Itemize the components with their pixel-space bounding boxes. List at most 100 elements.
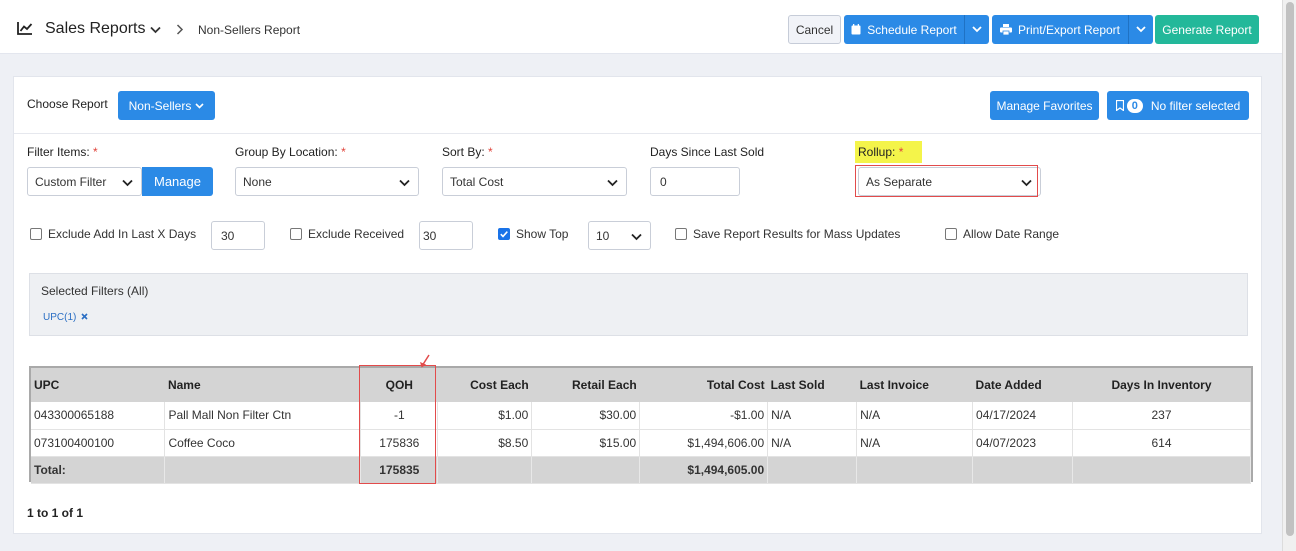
required-mark: * (93, 145, 98, 159)
checkmark-icon (500, 231, 508, 238)
cell-cost-each: $1.00 (437, 402, 533, 430)
total-cost: $1,494,605.00 (639, 456, 769, 484)
col-name[interactable]: Name (165, 368, 361, 402)
scrollbar-thumb[interactable] (1286, 2, 1294, 536)
rollup-annotation-box (855, 165, 1038, 197)
cell-date-added: 04/17/2024 (972, 402, 1073, 430)
required-mark: * (898, 145, 904, 159)
exclude-add-label: Exclude Add In Last X Days (48, 227, 197, 241)
chevron-right-icon (176, 24, 184, 35)
selected-filters-title: Selected Filters (All) (41, 284, 149, 298)
exclude-add-input[interactable]: 30 (211, 221, 265, 250)
cancel-button[interactable]: Cancel (788, 15, 841, 44)
exclude-received-checkbox[interactable] (290, 228, 302, 240)
group-by-text: Group By Location: (235, 145, 338, 159)
save-results-label: Save Report Results for Mass Updates (693, 227, 901, 241)
col-total-cost[interactable]: Total Cost (640, 368, 768, 402)
filter-chip[interactable]: UPC(1) (43, 312, 88, 323)
table-row[interactable]: 073100400100 Coffee Coco 175836 $8.50 $1… (31, 429, 1252, 457)
bookmark-icon (1115, 100, 1124, 111)
pagination-info: 1 to 1 of 1 (27, 506, 84, 520)
section-divider (14, 133, 1261, 134)
calendar-icon (851, 24, 861, 35)
schedule-report-button[interactable]: Schedule Report (844, 15, 964, 44)
group-by-value: None (243, 174, 272, 189)
days-since-input[interactable]: 0 (650, 167, 740, 196)
cell-last-sold: N/A (767, 429, 858, 457)
schedule-dropdown-toggle[interactable] (964, 15, 989, 44)
exclude-received-label: Exclude Received (308, 227, 405, 241)
chevron-down-icon (195, 102, 204, 109)
col-cost-each[interactable]: Cost Each (438, 368, 532, 402)
cell-date-added: 04/07/2023 (972, 429, 1073, 457)
allow-date-label: Allow Date Range (963, 227, 1060, 241)
print-export-label: Print/Export Report (1017, 22, 1121, 37)
chevron-down-icon[interactable] (150, 26, 161, 34)
filter-items-select[interactable]: Custom Filter (27, 167, 142, 196)
schedule-report-label: Schedule Report (867, 22, 957, 37)
save-results-checkbox[interactable] (675, 228, 687, 240)
show-top-checkbox[interactable] (498, 228, 510, 240)
report-select-button[interactable]: Non-Sellers (118, 91, 215, 120)
exclude-add-checkbox[interactable] (30, 228, 42, 240)
cell-name: Pall Mall Non Filter Ctn (164, 402, 362, 430)
cell-cost-each: $8.50 (437, 429, 533, 457)
chevron-down-icon (631, 233, 642, 241)
filter-items-value: Custom Filter (35, 174, 107, 189)
col-last-sold[interactable]: Last Sold (768, 368, 857, 402)
sort-by-text: Sort By: (442, 145, 485, 159)
table-header-row: UPC Name QOH Cost Each Retail Each Total… (31, 368, 1251, 402)
manage-favorites-button[interactable]: Manage Favorites (990, 91, 1099, 120)
total-empty (437, 456, 533, 484)
page-scrollbar[interactable] (1282, 0, 1296, 551)
group-by-label: Group By Location: * (235, 145, 346, 159)
cell-days-in-inventory: 237 (1072, 402, 1252, 430)
sort-by-label: Sort By: * (442, 145, 493, 159)
group-by-select[interactable]: None (235, 167, 419, 196)
line-chart-icon (17, 22, 33, 35)
cell-total-cost: $1,494,606.00 (639, 429, 769, 457)
generate-report-button[interactable]: Generate Report (1155, 15, 1259, 44)
choose-report-label: Choose Report (27, 97, 108, 111)
filter-chip-label: UPC(1) (43, 312, 77, 323)
show-top-select[interactable]: 10 (588, 221, 651, 250)
close-icon[interactable] (81, 313, 88, 320)
report-table: UPC Name QOH Cost Each Retail Each Total… (29, 366, 1253, 484)
qoh-annotation-box (359, 365, 436, 484)
total-empty (531, 456, 641, 484)
printer-icon (999, 24, 1012, 35)
exclude-received-input[interactable]: 30 (419, 221, 473, 250)
rollup-label: Rollup: * (858, 145, 903, 159)
filter-selection-button[interactable]: 0 No filter selected (1107, 91, 1249, 120)
cell-name: Coffee Coco (164, 429, 362, 457)
show-top-value: 10 (596, 228, 610, 243)
col-days-in-inventory[interactable]: Days In Inventory (1072, 368, 1250, 402)
cell-retail-each: $30.00 (531, 402, 641, 430)
top-bar: Sales Reports Non-Sellers Report Cancel … (0, 0, 1282, 54)
required-mark: * (341, 145, 346, 159)
cell-upc: 073100400100 (31, 429, 166, 457)
selected-filters-panel: Selected Filters (All) UPC(1) (29, 273, 1248, 336)
chevron-down-icon (122, 179, 133, 187)
manage-button[interactable]: Manage (142, 167, 213, 196)
breadcrumb: Non-Sellers Report (198, 23, 301, 37)
print-export-button[interactable]: Print/Export Report (992, 15, 1128, 44)
cell-total-cost: -$1.00 (639, 402, 769, 430)
cell-last-invoice: N/A (856, 429, 974, 457)
rollup-text: Rollup: (858, 145, 896, 159)
table-total-row: Total: 175835 $1,494,605.00 (31, 456, 1252, 484)
filter-items-text: Filter Items: (27, 145, 90, 159)
sort-by-select[interactable]: Total Cost (442, 167, 627, 196)
col-date-added[interactable]: Date Added (973, 368, 1073, 402)
chevron-down-icon (1136, 26, 1146, 33)
total-label: Total: (31, 456, 166, 484)
filter-items-label: Filter Items: * (27, 145, 98, 159)
col-upc[interactable]: UPC (31, 368, 165, 402)
allow-date-checkbox[interactable] (945, 228, 957, 240)
col-retail-each[interactable]: Retail Each (532, 368, 640, 402)
cell-retail-each: $15.00 (531, 429, 641, 457)
col-last-invoice[interactable]: Last Invoice (857, 368, 973, 402)
table-row[interactable]: 043300065188 Pall Mall Non Filter Ctn -1… (31, 402, 1252, 430)
filter-count-badge: 0 (1126, 98, 1143, 113)
print-dropdown-toggle[interactable] (1128, 15, 1153, 44)
